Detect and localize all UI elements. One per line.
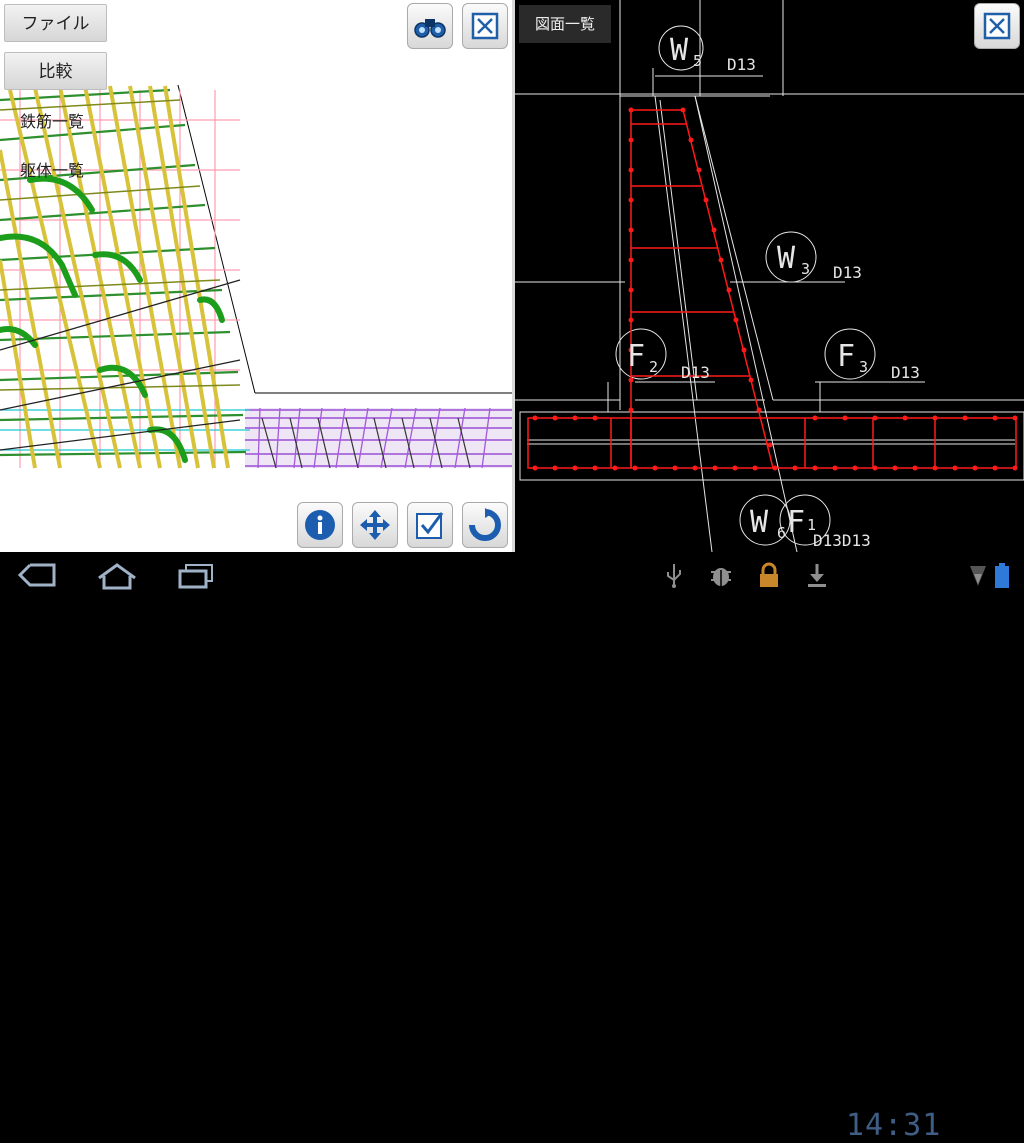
3d-view-panel[interactable]: ファイル 比較 鉄筋一覧 躯体一覧 <box>0 0 512 552</box>
f2-sub: 2 <box>649 358 658 376</box>
f2-bar: D13 <box>681 363 710 382</box>
battery-icon <box>995 563 1009 588</box>
download-icon <box>808 564 826 587</box>
body-list-menu-item[interactable]: 躯体一覧 <box>20 157 84 181</box>
move-icon <box>360 510 390 540</box>
system-bar: 14:31 <box>0 552 1024 1143</box>
back-icon[interactable] <box>16 562 56 588</box>
w6-mark: W <box>750 505 769 540</box>
close-3d-button[interactable] <box>462 3 508 49</box>
w5-sub: 5 <box>693 52 702 70</box>
f3-bar: D13 <box>891 363 920 382</box>
clock: 14:31 <box>846 1108 942 1143</box>
rebar-dots <box>532 107 1018 471</box>
f1-mark: F <box>787 505 805 540</box>
check-button[interactable] <box>407 502 453 548</box>
binoculars-icon <box>414 19 446 38</box>
debug-icon <box>711 568 731 586</box>
w5-bar: D13 <box>727 55 756 74</box>
compare-button[interactable]: 比較 <box>4 52 107 90</box>
binoculars-button[interactable] <box>407 3 453 49</box>
rebar-red <box>527 109 1017 469</box>
lock-icon <box>760 562 778 587</box>
close-icon <box>471 12 499 40</box>
w5-mark: W <box>670 33 689 68</box>
w6-sub: 6 <box>777 524 786 542</box>
home-icon[interactable] <box>96 562 138 590</box>
drawing-list-button[interactable]: 図面一覧 <box>519 5 611 43</box>
drawing-view-panel[interactable]: W 5 D13 W 3 D13 F 2 D13 F 3 D13 W 6 F 1 … <box>515 0 1024 552</box>
rebar-list-menu-item[interactable]: 鉄筋一覧 <box>20 108 84 132</box>
wall-mesh <box>0 85 250 469</box>
usb-icon <box>667 564 681 588</box>
f3-mark: F <box>837 339 855 374</box>
rotate-button[interactable] <box>462 502 508 548</box>
info-button[interactable] <box>297 502 343 548</box>
close-drawing-button[interactable] <box>974 3 1020 49</box>
check-icon <box>416 512 444 539</box>
w3-sub: 3 <box>801 260 810 278</box>
rotate-icon <box>469 508 501 541</box>
f3-sub: 3 <box>859 358 868 376</box>
close-icon <box>983 12 1011 40</box>
cad-drawing[interactable]: W 5 D13 W 3 D13 F 2 D13 F 3 D13 W 6 F 1 … <box>515 0 1024 552</box>
w3-bar: D13 <box>833 263 862 282</box>
w3-mark: W <box>777 241 796 276</box>
move-button[interactable] <box>352 502 398 548</box>
signal-icon <box>970 566 986 586</box>
recent-apps-icon[interactable] <box>176 562 216 590</box>
file-menu-button[interactable]: ファイル <box>4 4 107 42</box>
bottom-bars: D13D13 <box>813 531 871 550</box>
f2-mark: F <box>627 339 645 374</box>
info-icon <box>305 510 335 540</box>
cad-lines <box>515 0 1024 552</box>
